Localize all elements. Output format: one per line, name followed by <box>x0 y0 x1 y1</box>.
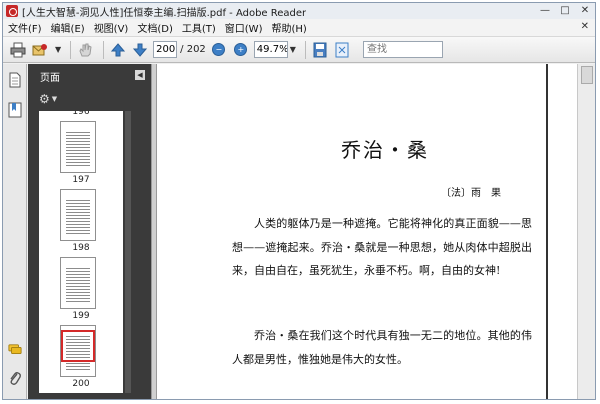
menu-window[interactable]: 窗口(W) <box>225 20 263 35</box>
page-edge <box>546 64 548 399</box>
thumbnail-label: 197 <box>72 175 90 185</box>
page-number-input[interactable] <box>153 41 178 58</box>
document-paragraph-1: 人类的躯体乃是一种遮掩。它能将神化的真正面貌——思想——遮掩起来。乔治・桑就是一… <box>232 217 532 277</box>
zoom-in-icon[interactable]: + <box>232 41 250 59</box>
document-scrollbar[interactable] <box>577 64 595 399</box>
pages-icon[interactable] <box>8 72 22 88</box>
toolbar-separator <box>70 40 72 59</box>
page-total-label: / 202 <box>180 44 206 55</box>
scrollbar-thumb[interactable] <box>581 66 593 84</box>
thumbnail-label: 196 <box>72 111 90 117</box>
close-window-button[interactable]: ✕ <box>579 5 591 17</box>
email-icon[interactable] <box>31 41 49 59</box>
menu-document[interactable]: 文档(D) <box>137 20 173 35</box>
maximize-button[interactable]: □ <box>559 5 571 17</box>
document-paragraph-2: 乔治・桑在我们这个时代具有独一无二的地位。其他的伟人都是男性，惟独她是伟大的女性… <box>232 329 532 366</box>
document-view[interactable]: 乔治・桑 〔法〕雨 果 人类的躯体乃是一种遮掩。它能将神化的真正面貌——思想——… <box>157 64 577 399</box>
zoom-input[interactable] <box>253 41 288 58</box>
zoom-dropdown-icon[interactable]: ▼ <box>290 45 296 54</box>
document-heading: 乔治・桑 <box>341 138 429 162</box>
page-thumbnail[interactable] <box>60 257 96 309</box>
thumbnail-label: 199 <box>72 311 90 321</box>
email-dropdown-icon[interactable]: ▼ <box>55 45 61 54</box>
selection-frame <box>61 330 95 362</box>
toolbar-separator <box>103 40 105 59</box>
menu-bar: 文件(F) 编辑(E) 视图(V) 文档(D) 工具(T) 窗口(W) 帮助(H… <box>3 19 595 36</box>
thumbnail-label: 200 <box>72 379 90 389</box>
search-input[interactable] <box>362 41 443 58</box>
window-title: [人生大智慧-洞见人性]任恒泰主编.扫描版.pdf - Adobe Reader <box>22 7 307 19</box>
document-author: 〔法〕雨 果 <box>441 188 501 199</box>
print-icon[interactable] <box>9 41 27 59</box>
panel-options[interactable]: ⚙ ▼ <box>28 88 151 110</box>
menu-edit[interactable]: 编辑(E) <box>51 20 85 35</box>
menu-file[interactable]: 文件(F) <box>8 20 42 35</box>
toolbar: ▼ / 202 − + ▼ <box>3 36 595 63</box>
menu-help[interactable]: 帮助(H) <box>271 20 306 35</box>
panel-scrollbar[interactable] <box>125 111 131 393</box>
page-thumbnail-selected[interactable] <box>60 325 96 377</box>
zoom-out-icon[interactable]: − <box>210 41 228 59</box>
title-bar: [人生大智慧-洞见人性]任恒泰主编.扫描版.pdf - Adobe Reader… <box>3 3 595 19</box>
thumbnail-label: 198 <box>72 243 90 253</box>
save-icon[interactable] <box>311 41 329 59</box>
collapse-panel-button[interactable]: ◀ <box>135 70 145 80</box>
fit-page-icon[interactable] <box>333 41 351 59</box>
arrow-up-icon[interactable] <box>109 41 127 59</box>
thumbnail-list[interactable]: 196 197 198 199 200 <box>39 111 123 393</box>
pages-panel-header: 页面 ◀ <box>28 64 151 88</box>
minimize-button[interactable]: — <box>539 5 551 17</box>
close-document-button[interactable]: ✕ <box>581 21 589 32</box>
menu-view[interactable]: 视图(V) <box>94 20 129 35</box>
adobe-reader-window: [人生大智慧-洞见人性]任恒泰主编.扫描版.pdf - Adobe Reader… <box>2 2 596 400</box>
toolbar-separator <box>304 40 306 59</box>
navigation-icon-strip <box>3 64 27 399</box>
paperclip-icon[interactable] <box>8 370 22 386</box>
hand-tool-icon[interactable] <box>76 41 94 59</box>
page-thumbnail[interactable] <box>60 121 96 173</box>
page-thumbnail[interactable] <box>60 189 96 241</box>
arrow-down-icon[interactable] <box>131 41 149 59</box>
gear-icon[interactable]: ⚙ <box>39 92 50 106</box>
pages-panel-title: 页面 <box>40 72 60 84</box>
bookmarks-icon[interactable] <box>8 102 22 118</box>
adobe-reader-icon <box>6 5 18 17</box>
options-dropdown-icon[interactable]: ▼ <box>52 95 57 103</box>
menu-tools[interactable]: 工具(T) <box>182 20 216 35</box>
window-controls: — □ ✕ <box>539 5 591 17</box>
pages-panel: 页面 ◀ ⚙ ▼ 196 197 198 199 200 <box>28 64 151 399</box>
comment-icon[interactable] <box>8 342 22 358</box>
